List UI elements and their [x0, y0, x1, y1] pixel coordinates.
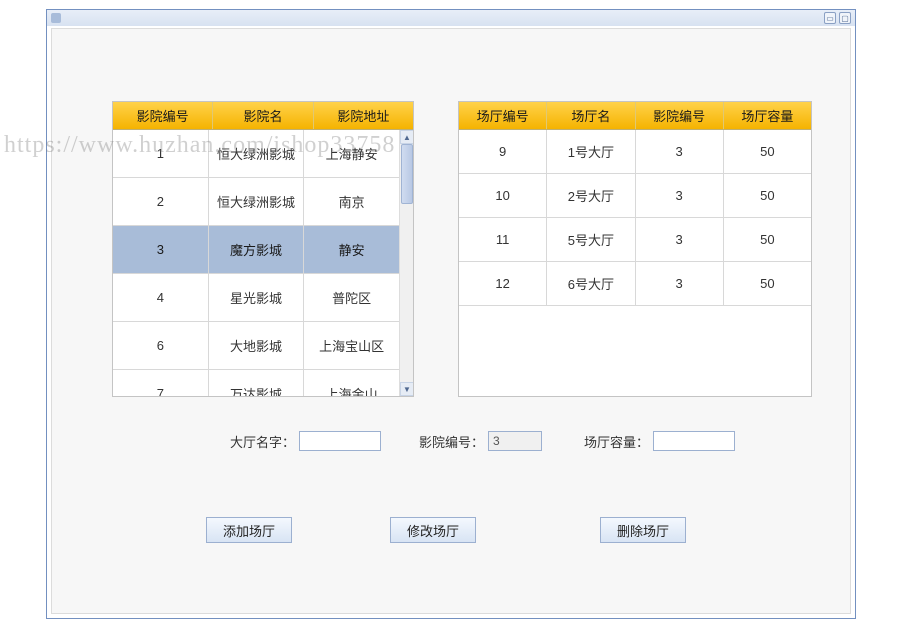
table-cell: 5号大厅 [547, 218, 635, 261]
table-cell: 1 [113, 130, 209, 177]
table-row[interactable]: 6大地影城上海宝山区 [113, 322, 399, 370]
table-cell: 2 [113, 178, 209, 225]
table-cell: 南京 [304, 178, 399, 225]
table-row[interactable]: 1恒大绿洲影城上海静安 [113, 130, 399, 178]
hall-th-name[interactable]: 场厅名 [547, 102, 635, 129]
table-row[interactable]: 4星光影城普陀区 [113, 274, 399, 322]
table-row[interactable]: 2恒大绿洲影城南京 [113, 178, 399, 226]
table-cell: 普陀区 [304, 274, 399, 321]
hall-th-cap[interactable]: 场厅容量 [724, 102, 811, 129]
table-row[interactable]: 3魔方影城静安 [113, 226, 399, 274]
table-cell: 10 [459, 174, 547, 217]
table-cell: 2号大厅 [547, 174, 635, 217]
table-cell: 50 [724, 262, 811, 305]
window-maximize-icon[interactable]: ▢ [839, 12, 851, 24]
client-area: 影院编号 影院名 影院地址 1恒大绿洲影城上海静安2恒大绿洲影城南京3魔方影城静… [51, 28, 851, 614]
capacity-label: 场厅容量： [584, 432, 649, 451]
app-window: ▭ ▢ 影院编号 影院名 影院地址 1恒大绿洲影城上海静安2恒大绿洲影城南京3魔… [46, 9, 856, 619]
window-sysmenu-icon[interactable] [51, 13, 61, 23]
table-cell: 1号大厅 [547, 130, 635, 173]
cinema-table-body: 1恒大绿洲影城上海静安2恒大绿洲影城南京3魔方影城静安4星光影城普陀区6大地影城… [113, 130, 399, 396]
table-cell: 7 [113, 370, 209, 396]
table-cell: 3 [636, 218, 724, 261]
add-hall-button[interactable]: 添加场厅 [206, 517, 292, 543]
scroll-up-icon[interactable]: ▲ [400, 130, 413, 144]
button-row: 添加场厅 修改场厅 删除场厅 [52, 517, 850, 543]
table-cell: 魔方影城 [209, 226, 305, 273]
hall-name-input[interactable] [299, 431, 381, 451]
cinema-table: 影院编号 影院名 影院地址 1恒大绿洲影城上海静安2恒大绿洲影城南京3魔方影城静… [112, 101, 414, 397]
cinema-id-label: 影院编号： [419, 432, 484, 451]
table-row[interactable]: 126号大厅350 [459, 262, 811, 306]
cinema-th-id[interactable]: 影院编号 [113, 102, 213, 129]
table-cell: 恒大绿洲影城 [209, 178, 305, 225]
edit-hall-button[interactable]: 修改场厅 [390, 517, 476, 543]
table-cell: 12 [459, 262, 547, 305]
hall-name-label: 大厅名字： [230, 432, 295, 451]
table-row[interactable]: 115号大厅350 [459, 218, 811, 262]
table-cell: 3 [636, 262, 724, 305]
cinema-id-input [488, 431, 542, 451]
hall-table: 场厅编号 场厅名 影院编号 场厅容量 91号大厅350102号大厅350115号… [458, 101, 812, 397]
table-cell: 6 [113, 322, 209, 369]
table-cell: 3 [636, 130, 724, 173]
table-cell: 50 [724, 130, 811, 173]
cinema-scrollbar[interactable]: ▲ ▼ [399, 130, 413, 396]
form-row: 大厅名字： 影院编号： 场厅容量： [52, 431, 850, 451]
table-cell: 星光影城 [209, 274, 305, 321]
table-cell: 静安 [304, 226, 399, 273]
table-cell: 50 [724, 218, 811, 261]
cinema-table-header: 影院编号 影院名 影院地址 [113, 102, 413, 130]
table-cell: 上海静安 [304, 130, 399, 177]
table-cell: 50 [724, 174, 811, 217]
hall-table-body: 91号大厅350102号大厅350115号大厅350126号大厅350 [459, 130, 811, 396]
table-cell: 4 [113, 274, 209, 321]
table-row[interactable]: 102号大厅350 [459, 174, 811, 218]
table-cell: 3 [113, 226, 209, 273]
hall-th-id[interactable]: 场厅编号 [459, 102, 547, 129]
table-cell: 大地影城 [209, 322, 305, 369]
table-cell: 万达影城 [209, 370, 305, 396]
table-cell: 上海宝山区 [304, 322, 399, 369]
hall-table-header: 场厅编号 场厅名 影院编号 场厅容量 [459, 102, 811, 130]
table-cell: 上海金山 [304, 370, 399, 396]
table-row[interactable]: 91号大厅350 [459, 130, 811, 174]
cinema-th-addr[interactable]: 影院地址 [314, 102, 413, 129]
window-titlebar: ▭ ▢ [47, 10, 855, 26]
table-cell: 6号大厅 [547, 262, 635, 305]
delete-hall-button[interactable]: 删除场厅 [600, 517, 686, 543]
table-cell: 3 [636, 174, 724, 217]
scroll-down-icon[interactable]: ▼ [400, 382, 413, 396]
scrollbar-thumb[interactable] [401, 144, 413, 204]
table-cell: 11 [459, 218, 547, 261]
capacity-input[interactable] [653, 431, 735, 451]
table-cell: 恒大绿洲影城 [209, 130, 305, 177]
cinema-th-name[interactable]: 影院名 [213, 102, 313, 129]
table-row[interactable]: 7万达影城上海金山 [113, 370, 399, 396]
window-minimize-icon[interactable]: ▭ [824, 12, 836, 24]
table-cell: 9 [459, 130, 547, 173]
hall-th-cinema[interactable]: 影院编号 [636, 102, 724, 129]
